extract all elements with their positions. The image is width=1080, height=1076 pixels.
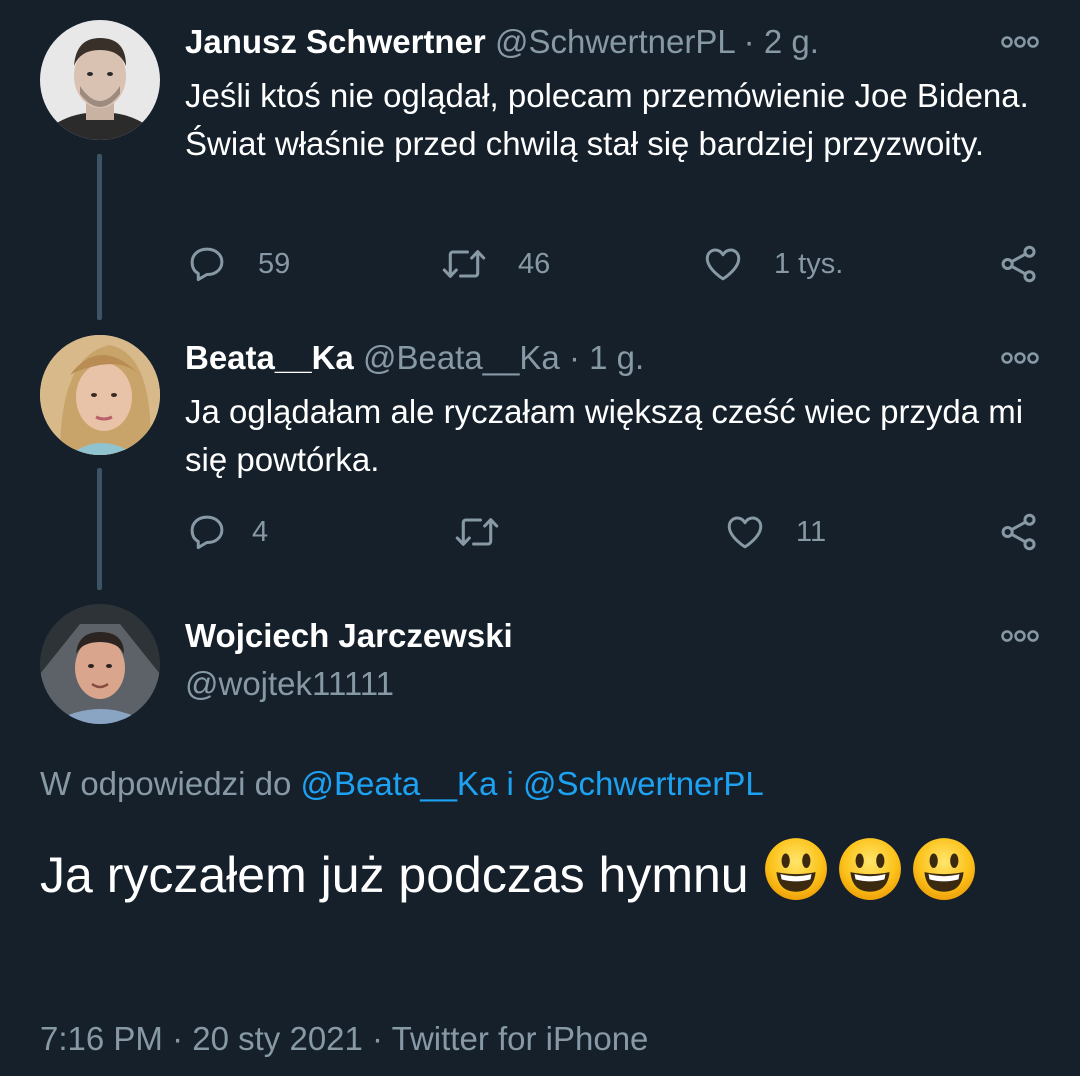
- reply-count: 4: [252, 515, 269, 548]
- reply-bubble-icon: [190, 515, 224, 550]
- avatar-janusz[interactable]: [40, 20, 160, 140]
- tweet-time[interactable]: 2 g.: [764, 23, 819, 60]
- reply-bubble-icon: [190, 247, 224, 282]
- more-options-icon[interactable]: [1000, 34, 1040, 50]
- reply-context: W odpowiedzi do @Beata__Ka i @Schwertner…: [40, 764, 764, 804]
- more-options-icon[interactable]: [1000, 628, 1040, 644]
- retweet-count: 46: [518, 247, 551, 280]
- main-tweet-text: Ja ryczałem już podczas hymnu: [40, 836, 1050, 908]
- more-options-icon[interactable]: [1000, 350, 1040, 366]
- retweet-button[interactable]: [453, 510, 531, 554]
- heart-icon: [727, 516, 763, 549]
- reply-prefix: W odpowiedzi do: [40, 765, 292, 802]
- tweet-header: Beata__Ka @Beata__Ka · 1 g.: [185, 338, 644, 378]
- author-name[interactable]: Beata__Ka: [185, 339, 354, 376]
- retweet-icon: [455, 518, 499, 546]
- share-icon: [1001, 245, 1036, 283]
- avatar-wojciech[interactable]: [40, 604, 160, 724]
- grinning-face-icon: [838, 838, 901, 900]
- grinning-face-icon: [764, 838, 827, 900]
- like-button[interactable]: 11: [724, 510, 826, 554]
- retweet-button[interactable]: 46: [440, 242, 550, 286]
- tweet-meta: 7:16 PM · 20 sty 2021 · Twitter for iPho…: [40, 1018, 648, 1060]
- tweet-text: Jeśli ktoś nie oglądał, polecam przemówi…: [185, 77, 1029, 162]
- like-count: 11: [796, 515, 827, 548]
- avatar-beata[interactable]: [40, 335, 160, 455]
- tweet-date[interactable]: 20 sty 2021: [192, 1020, 363, 1057]
- thread-line: [97, 154, 102, 320]
- separator: ·: [372, 1020, 384, 1057]
- share-button[interactable]: [998, 510, 1040, 554]
- like-count: 1 tys.: [774, 247, 844, 280]
- separator: ·: [172, 1020, 184, 1057]
- author-handle[interactable]: @wojtek11111: [185, 664, 394, 704]
- author-name-text: Wojciech Jarczewski: [185, 617, 513, 654]
- separator: ·: [568, 339, 580, 376]
- tweet-source[interactable]: Twitter for iPhone: [392, 1020, 649, 1057]
- thread-line: [97, 468, 102, 590]
- tweet-time[interactable]: 1 g.: [589, 339, 644, 376]
- heart-icon: [705, 248, 741, 281]
- share-button[interactable]: [998, 242, 1040, 286]
- author-name[interactable]: Janusz Schwertner: [185, 23, 486, 60]
- reply-joiner: i: [506, 765, 514, 802]
- author-name[interactable]: Wojciech Jarczewski: [185, 616, 513, 656]
- main-tweet-text-content: Ja ryczałem już podczas hymnu: [40, 847, 749, 903]
- retweet-icon: [442, 250, 486, 278]
- reply-button[interactable]: 4: [186, 510, 268, 554]
- separator: ·: [743, 23, 755, 60]
- tweet-header: Janusz Schwertner @SchwertnerPL · 2 g.: [185, 22, 819, 62]
- share-icon: [1001, 513, 1036, 551]
- mention-link[interactable]: @Beata__Ka: [300, 765, 497, 802]
- like-button[interactable]: 1 tys.: [702, 242, 843, 286]
- reply-button[interactable]: 59: [186, 242, 290, 286]
- grinning-face-icon: [912, 838, 975, 900]
- reply-count: 59: [258, 247, 291, 280]
- tweet-text: Ja oglądałam ale ryczałam większą cześć …: [185, 393, 1024, 478]
- author-handle-text: @wojtek11111: [185, 665, 395, 702]
- author-handle[interactable]: @Beata__Ka: [363, 339, 560, 376]
- author-handle[interactable]: @SchwertnerPL: [495, 23, 735, 60]
- tweet-time[interactable]: 7:16 PM: [40, 1020, 163, 1057]
- mention-link[interactable]: @SchwertnerPL: [523, 765, 764, 802]
